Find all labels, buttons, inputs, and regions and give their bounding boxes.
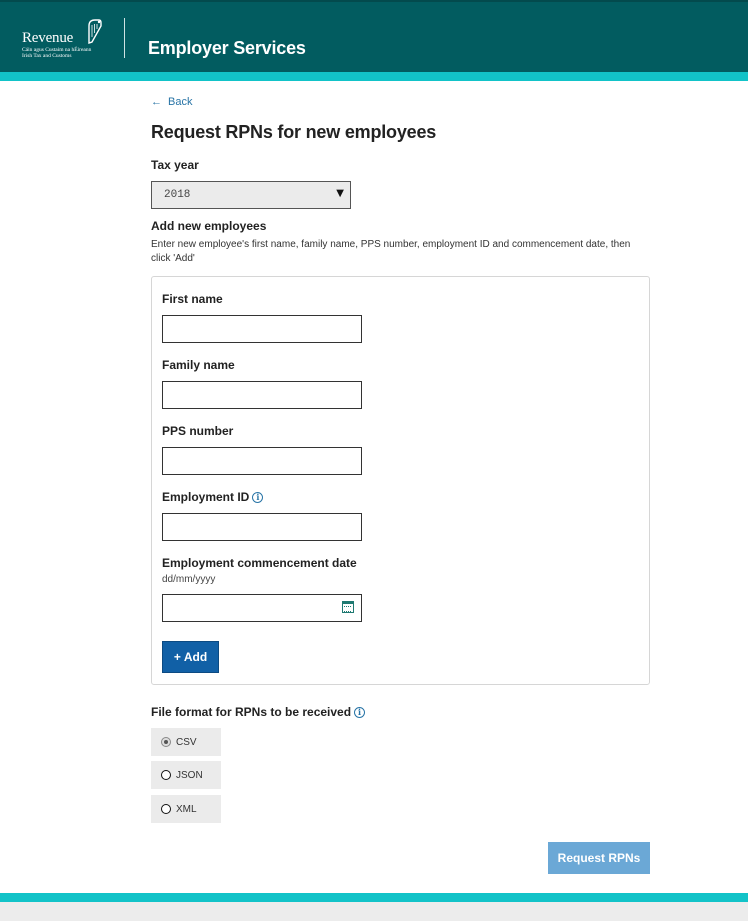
logo-name: Revenue: [22, 30, 74, 46]
calendar-icon[interactable]: [342, 601, 354, 613]
site-header: Revenue Cáin agus Custaim na hÉireann Ir…: [0, 0, 748, 72]
info-icon[interactable]: i: [354, 707, 366, 718]
commencement-date-input[interactable]: [162, 594, 362, 622]
format-option-xml[interactable]: XML: [151, 795, 221, 823]
pps-number-label: PPS number: [162, 424, 234, 438]
tax-year-select[interactable]: 2018 ▼: [151, 181, 351, 209]
plus-icon: +: [173, 650, 181, 664]
info-icon[interactable]: i: [252, 492, 264, 503]
add-employees-help-text: Enter new employee's first name, family …: [151, 239, 631, 264]
radio-icon[interactable]: [161, 804, 171, 814]
radio-icon[interactable]: [161, 770, 171, 780]
header-accent-stripe: [0, 72, 748, 81]
site-footer: [0, 902, 748, 921]
request-rpns-button[interactable]: Request RPNs: [548, 842, 650, 874]
harp-icon: [88, 19, 102, 44]
back-link-label: Back: [168, 96, 193, 108]
format-option-json[interactable]: JSON: [151, 761, 221, 789]
format-option-label: JSON: [176, 769, 203, 781]
family-name-input[interactable]: [162, 381, 362, 409]
back-link[interactable]: ← Back: [151, 96, 192, 108]
revenue-logo[interactable]: Revenue Cáin agus Custaim na hÉireann Ir…: [22, 16, 112, 60]
caret-down-icon: ▼: [336, 188, 344, 199]
add-employees-heading: Add new employees: [151, 219, 267, 233]
format-option-label: CSV: [176, 736, 197, 748]
page-title: Request RPNs for new employees: [151, 122, 437, 142]
family-name-label: Family name: [162, 358, 235, 372]
date-format-hint: dd/mm/yyyy: [162, 574, 216, 585]
format-option-label: XML: [176, 803, 197, 815]
first-name-input[interactable]: [162, 315, 362, 343]
employment-id-label: Employment ID: [162, 490, 250, 504]
pps-number-input[interactable]: [162, 447, 362, 475]
add-button-label: Add: [183, 650, 208, 664]
tax-year-label: Tax year: [151, 158, 199, 172]
header-divider: [124, 18, 125, 58]
employment-id-label-row: Employment ID i: [162, 490, 264, 504]
radio-selected-icon[interactable]: [161, 737, 171, 747]
commencement-date-label: Employment commencement date: [162, 556, 357, 570]
arrow-left-icon: ←: [151, 96, 162, 108]
employment-id-input[interactable]: [162, 513, 362, 541]
add-employee-button[interactable]: + Add: [162, 641, 219, 673]
app-title: Employer Services: [148, 38, 306, 58]
file-format-label-row: File format for RPNs to be received i: [151, 705, 366, 719]
file-format-label: File format for RPNs to be received: [151, 705, 352, 719]
first-name-label: First name: [162, 292, 223, 306]
format-option-csv[interactable]: CSV: [151, 728, 221, 756]
logo-subtitle-english: Irish Tax and Customs: [22, 53, 72, 59]
footer-accent-stripe: [0, 893, 748, 902]
tax-year-selected-value: 2018: [164, 189, 191, 201]
